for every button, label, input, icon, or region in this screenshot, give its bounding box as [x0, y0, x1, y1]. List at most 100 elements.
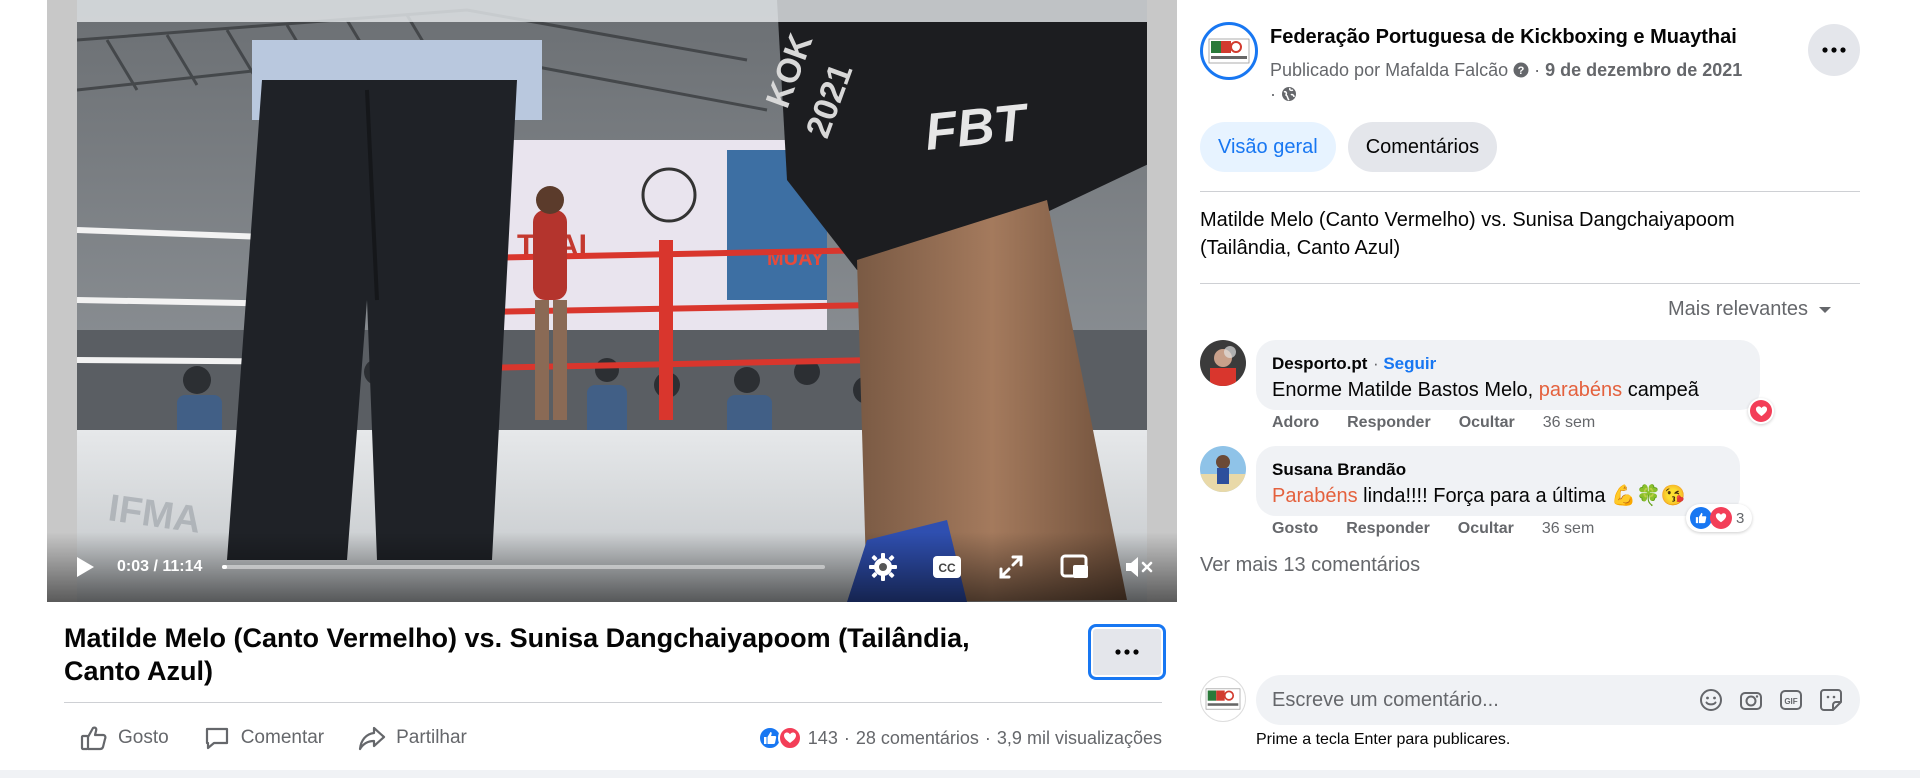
comment-icon [205, 727, 228, 750]
divider [1200, 191, 1860, 192]
sort-label: Mais relevantes [1668, 298, 1809, 320]
reactions-count[interactable]: 143 [808, 728, 838, 749]
gif-button[interactable]: GIF [1778, 687, 1804, 713]
comment-text: Enorme Matilde Bastos Melo, parabéns cam… [1272, 377, 1744, 403]
caret-down-icon [1819, 306, 1832, 313]
like-button[interactable]: Gosto [64, 716, 187, 760]
comment-item: Desporto.pt · Seguir Enorme Matilde Bast… [1200, 340, 1860, 436]
follow-link[interactable]: Seguir [1383, 354, 1436, 373]
photo-button[interactable] [1738, 687, 1764, 713]
mute-button[interactable] [1121, 549, 1157, 585]
comment-text: Parabéns linda!!!! Força para a última 💪… [1272, 483, 1724, 509]
comment-text-part: campeã [1622, 379, 1699, 401]
volume-muted-icon [1126, 557, 1153, 577]
gear-icon [869, 553, 897, 581]
avatar[interactable] [1200, 446, 1246, 492]
highlighted-word[interactable]: Parabéns [1272, 485, 1358, 507]
progress-bar[interactable] [222, 565, 825, 569]
tab-overview[interactable]: Visão geral [1200, 122, 1336, 172]
love-action[interactable]: Adoro [1272, 414, 1319, 432]
current-user-avatar [1200, 676, 1246, 722]
reply-action[interactable]: Responder [1347, 414, 1431, 432]
video-title: Matilde Melo (Canto Vermelho) vs. Sunisa… [64, 623, 970, 686]
tab-comments[interactable]: Comentários [1347, 122, 1498, 172]
federation-logo [1205, 688, 1241, 710]
comment-time[interactable]: 36 sem [1543, 414, 1595, 432]
comment-label: Comentar [240, 727, 325, 748]
comment-text-part: linda!!!! Força para a última 💪🍀😘 [1357, 485, 1686, 507]
comment-input[interactable] [1272, 688, 1698, 712]
post-side-panel: Federação Portuguesa de Kickboxing e Mua… [1178, 0, 1920, 770]
avatar[interactable] [1200, 340, 1246, 386]
post-actions-bar: Gosto Comentar Partilhar 143 · 28 coment… [64, 712, 1162, 764]
sticker-button[interactable] [1818, 687, 1844, 713]
video-frame: THAI MUAY [47, 0, 1177, 602]
love-reaction-icon [777, 726, 802, 750]
page-name[interactable]: Federação Portuguesa de Kickboxing e Mua… [1270, 26, 1737, 49]
fullscreen-button[interactable] [993, 549, 1029, 585]
video-controls: 0:03 / 11:14 CC [47, 532, 1177, 602]
comment-author[interactable]: Desporto.pt [1272, 354, 1367, 373]
comments-count[interactable]: 28 comentários [856, 728, 979, 749]
captions-button[interactable]: CC [929, 549, 965, 585]
comment-sort-dropdown[interactable]: Mais relevantes [1668, 298, 1832, 321]
share-button[interactable]: Partilhar [342, 716, 485, 760]
comment-reaction[interactable] [1748, 398, 1774, 424]
sticker-icon [1820, 689, 1842, 711]
post-date[interactable]: 9 de dezembro de 2021 [1545, 60, 1742, 80]
emoji-button[interactable] [1698, 687, 1724, 713]
comment-author[interactable]: Susana Brandão [1272, 460, 1406, 479]
composer-icons: GIF [1698, 687, 1844, 713]
reaction-icons[interactable] [757, 726, 802, 750]
separator: · [984, 727, 991, 748]
settings-button[interactable] [865, 549, 901, 585]
love-reaction-icon [1710, 507, 1732, 529]
like-reaction-icon [1690, 507, 1712, 529]
comment-reaction[interactable]: 3 [1686, 504, 1753, 532]
composer-hint: Prime a tecla Enter para publicares. [1256, 731, 1511, 748]
separator: · [843, 727, 850, 748]
shorts-logo: FBT [922, 93, 1033, 162]
published-by: Publicado por Mafalda Falcão [1270, 60, 1509, 80]
comment-time[interactable]: 36 sem [1542, 520, 1594, 538]
view-more-comments-link[interactable]: Ver mais 13 comentários [1200, 554, 1420, 577]
reply-action[interactable]: Responder [1346, 520, 1430, 538]
federation-logo [1208, 38, 1250, 64]
expand-icon [999, 555, 1023, 579]
highlighted-word[interactable]: parabéns [1539, 379, 1622, 401]
like-label: Gosto [118, 727, 169, 748]
share-icon [359, 726, 386, 751]
video-more-options-button[interactable] [1088, 624, 1166, 680]
cc-icon: CC [933, 556, 961, 578]
comment-bubble: Desporto.pt · Seguir Enorme Matilde Bast… [1256, 340, 1760, 410]
hide-action[interactable]: Ocultar [1458, 520, 1514, 538]
divider [1200, 283, 1860, 284]
divider [64, 702, 1162, 703]
page-bottom-edge [0, 770, 1920, 778]
camera-icon [1740, 692, 1762, 710]
comment-button[interactable]: Comentar [187, 716, 342, 760]
heart-icon [1755, 405, 1767, 416]
globe-icon [1282, 87, 1296, 101]
video-player[interactable]: THAI MUAY [47, 0, 1177, 602]
play-button[interactable] [67, 549, 103, 585]
svg-text:GIF: GIF [1784, 697, 1797, 706]
comment-composer: GIF [1256, 675, 1860, 725]
video-column: THAI MUAY [0, 0, 1178, 778]
share-label: Partilhar [396, 727, 467, 748]
thumbs-up-icon [80, 726, 107, 751]
info-icon[interactable]: ? [1513, 62, 1529, 78]
panel-tabs: Visão geral Comentários [1200, 122, 1498, 172]
gif-icon: GIF [1780, 690, 1802, 710]
pip-button[interactable] [1057, 549, 1093, 585]
page-avatar[interactable] [1200, 22, 1258, 80]
post-stats: 143 · 28 comentários · 3,9 mil visualiza… [757, 726, 1162, 750]
post-description: Matilde Melo (Canto Vermelho) vs. Sunisa… [1200, 209, 1735, 259]
comment-actions: Adoro Responder Ocultar 36 sem [1272, 414, 1595, 432]
more-dots-icon [1822, 47, 1846, 53]
comment-item: Susana Brandão Parabéns linda!!!! Força … [1200, 446, 1860, 546]
like-action[interactable]: Gosto [1272, 520, 1318, 538]
hide-action[interactable]: Ocultar [1459, 414, 1515, 432]
post-more-options-button[interactable] [1808, 24, 1860, 76]
progress-fill [222, 565, 228, 569]
